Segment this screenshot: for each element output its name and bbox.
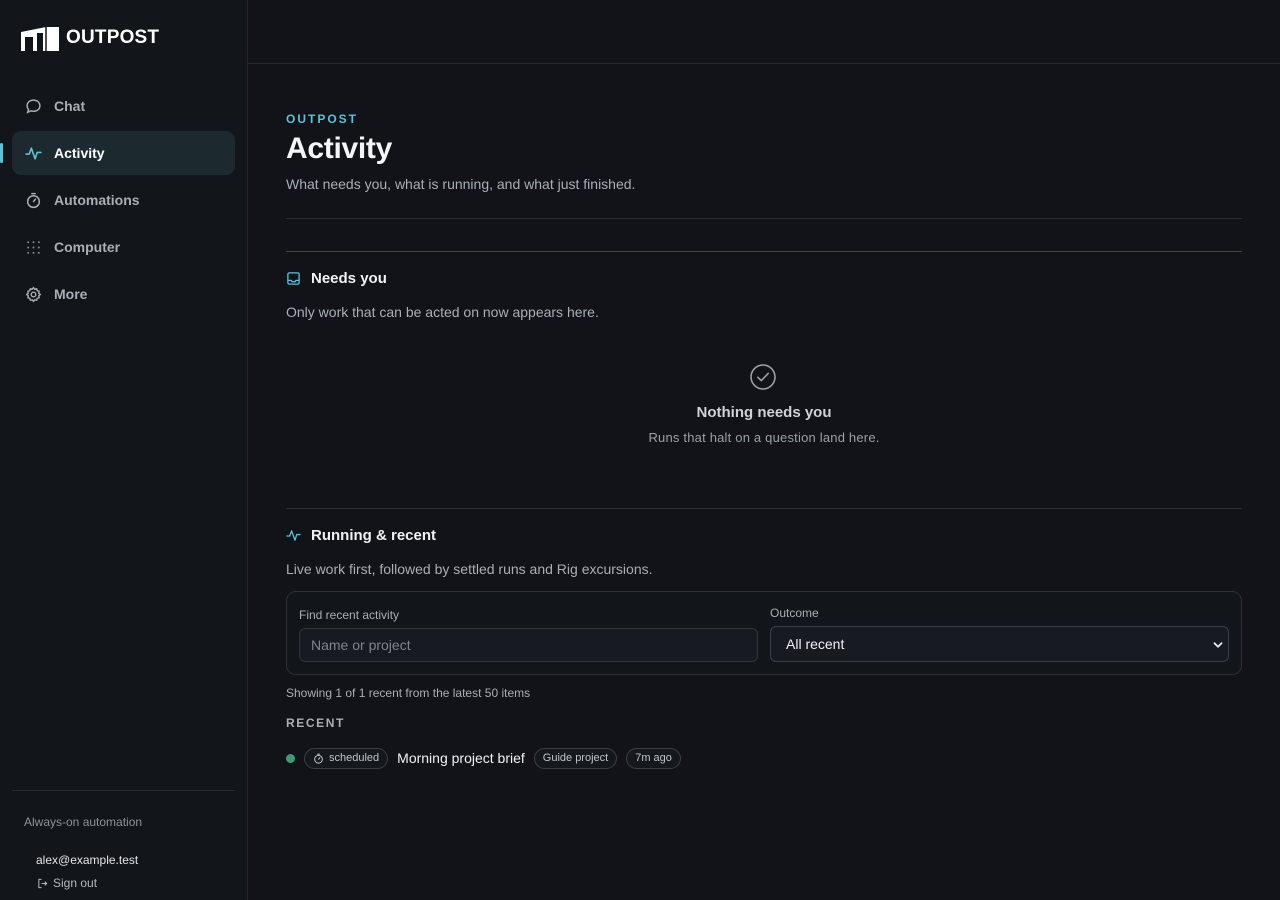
check-circle-icon — [750, 364, 776, 390]
status-dot — [286, 753, 295, 763]
sidebar: OUTPOST Chat Activity Automations Comput… — [0, 0, 248, 900]
main-area: OUTPOST Activity What needs you, what is… — [248, 0, 1280, 900]
grid-dots-icon — [25, 239, 42, 256]
sidebar-item-label: Automations — [54, 192, 140, 208]
empty-state-subtitle: Runs that halt on a question land here. — [648, 430, 880, 445]
time-badge: 7m ago — [626, 747, 681, 769]
sidebar-item-more[interactable]: More — [12, 272, 235, 316]
top-bar — [248, 0, 1280, 64]
stopwatch-icon — [25, 192, 42, 209]
empty-state: Nothing needs you Runs that halt on a qu… — [286, 320, 1242, 468]
sidebar-item-label: Activity — [54, 145, 105, 161]
divider — [286, 251, 1242, 252]
project-badge: Guide project — [533, 747, 618, 769]
outpost-logo-icon — [21, 27, 59, 51]
inbox-icon — [287, 272, 300, 285]
sidebar-item-chat[interactable]: Chat — [12, 84, 235, 128]
activity-filters: Find recent activity Outcome All recent — [286, 591, 1242, 675]
sidebar-item-label: Computer — [54, 239, 121, 255]
app-root: OUTPOST Chat Activity Automations Comput… — [0, 0, 1280, 900]
empty-state-title: Nothing needs you — [696, 404, 832, 421]
pulse-icon — [286, 530, 301, 541]
recent-heading: RECENT — [286, 716, 345, 730]
activity-content: OUTPOST Activity What needs you, what is… — [286, 64, 1242, 769]
section-header: Needs you — [286, 270, 1242, 287]
outcome-label: Outcome — [770, 606, 819, 620]
kind-badge-label: scheduled — [329, 752, 380, 764]
brand-name: OUTPOST — [66, 27, 160, 48]
running-recent-section: Running & recent Live work first, follow… — [286, 527, 1242, 769]
automation-status-label: Always-on automation — [24, 815, 143, 829]
sidebar-footer: Always-on automation alex@example.test S… — [12, 790, 235, 890]
chevron-down-icon — [1213, 642, 1223, 648]
stopwatch-icon — [314, 753, 323, 764]
pulse-icon — [25, 145, 42, 162]
section-header: Running & recent — [286, 527, 1242, 544]
sidebar-item-computer[interactable]: Computer — [12, 225, 235, 269]
outcome-select[interactable]: All recent — [770, 626, 1229, 662]
kind-badge: scheduled — [304, 747, 389, 769]
list-item[interactable]: scheduled Morning project brief Guide pr… — [286, 747, 1242, 769]
results-count: Showing 1 of 1 recent from the latest 50… — [286, 686, 531, 700]
sign-out-label: Sign out — [53, 876, 98, 890]
sidebar-item-label: Chat — [54, 98, 86, 114]
sidebar-item-automations[interactable]: Automations — [12, 178, 235, 222]
section-title: Running & recent — [311, 527, 437, 544]
divider — [286, 218, 1242, 219]
sidebar-item-label: More — [54, 286, 88, 302]
section-description: Live work first, followed by settled run… — [286, 561, 653, 577]
sidebar-nav: Chat Activity Automations Computer More — [0, 84, 235, 319]
outcome-selected-value: All recent — [786, 636, 845, 652]
brand[interactable]: OUTPOST — [20, 24, 159, 52]
gear-icon — [25, 285, 42, 303]
page-title: Activity — [286, 132, 392, 165]
page-subtitle: What needs you, what is running, and wha… — [286, 176, 636, 192]
sign-out-button[interactable]: Sign out — [37, 876, 235, 890]
section-title: Needs you — [311, 270, 387, 287]
section-description: Only work that can be acted on now appea… — [286, 304, 599, 320]
user-email: alex@example.test — [36, 853, 139, 867]
sign-out-icon — [38, 878, 48, 888]
search-label: Find recent activity — [299, 608, 400, 622]
chat-bubble-icon — [25, 98, 42, 115]
divider — [286, 508, 1242, 509]
page-eyebrow: OUTPOST — [286, 112, 359, 126]
needs-you-section: Needs you Only work that can be acted on… — [286, 270, 1242, 468]
sidebar-item-activity[interactable]: Activity — [0, 131, 235, 175]
search-input[interactable] — [299, 628, 758, 662]
row-title[interactable]: Morning project brief — [397, 750, 525, 766]
